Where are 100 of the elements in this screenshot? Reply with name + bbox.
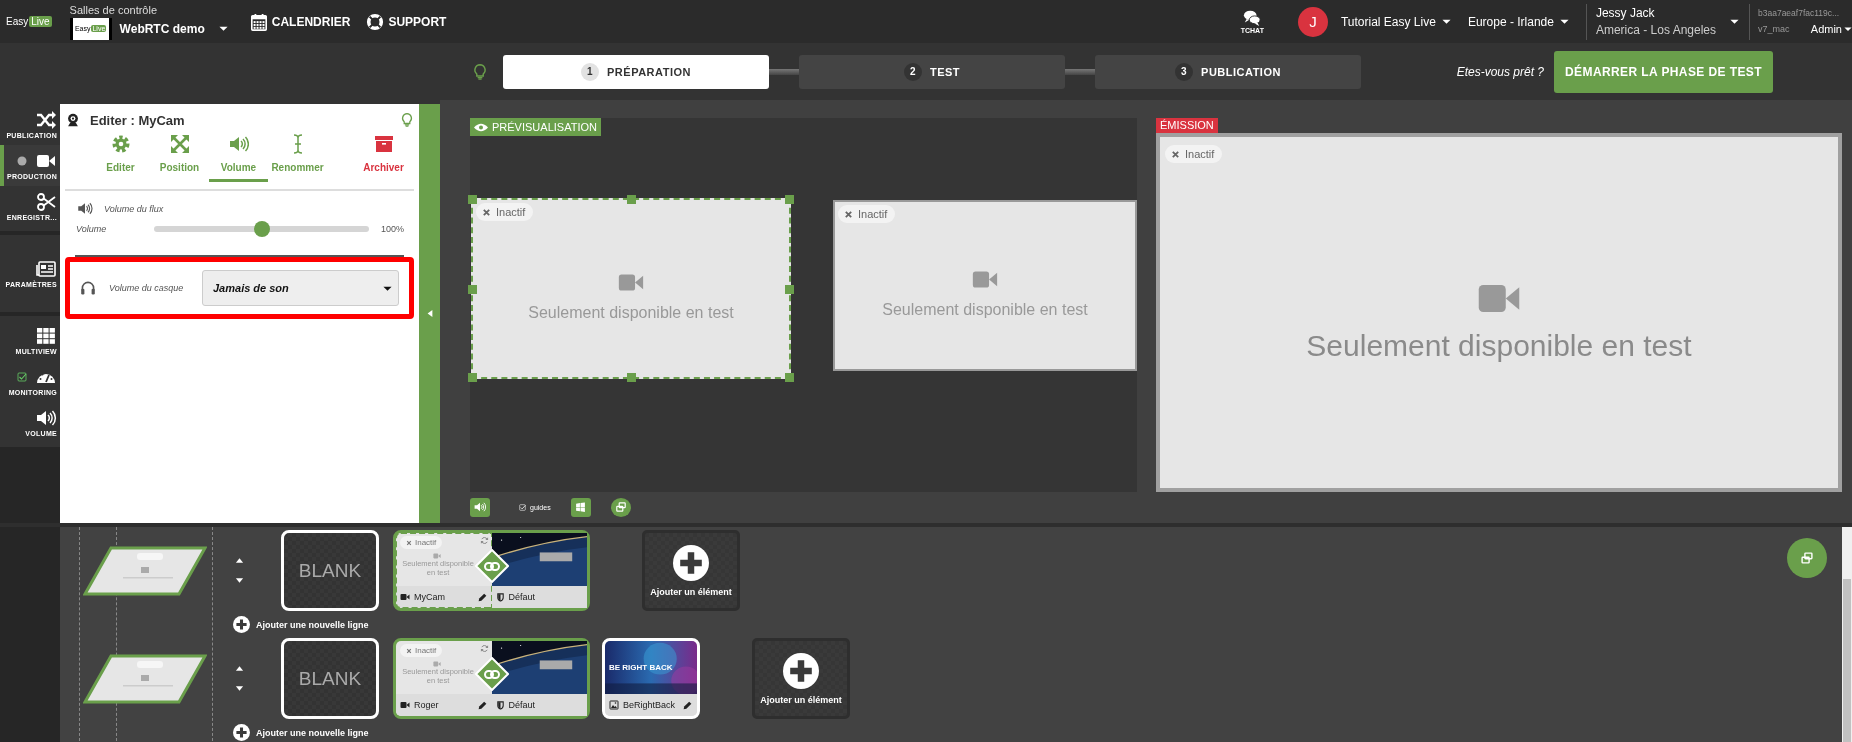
down-arrow-icon <box>233 576 246 585</box>
headphones-icon <box>79 280 97 296</box>
scissors-icon <box>35 192 57 212</box>
up-arrow-icon <box>233 556 246 565</box>
section-heading: Volume du flux <box>104 203 164 214</box>
calendar-icon <box>249 12 268 31</box>
message: Seulement disponible en test <box>528 304 734 322</box>
down-arrow-icon <box>233 684 246 693</box>
add-element-button[interactable]: Ajouter un élément <box>642 530 740 611</box>
user-menu[interactable]: Jessy Jack America - Los Angeles <box>1586 6 1749 37</box>
close-icon <box>1171 149 1180 159</box>
video-camera-icon <box>400 700 410 710</box>
add-row-button[interactable]: Ajouter une nouvelle ligne <box>233 721 369 742</box>
resize-handle[interactable] <box>468 195 477 204</box>
layout-thumbnail[interactable] <box>83 545 207 596</box>
volume-reading: 100% <box>380 224 404 234</box>
chat-bubbles-icon <box>1241 9 1264 27</box>
close-icon <box>843 209 853 219</box>
speaker-icon <box>76 201 94 216</box>
shuffle-icon <box>35 110 57 130</box>
blank-tile[interactable]: BLANK <box>281 638 379 719</box>
caret-icon <box>1441 17 1451 26</box>
message: Seulement disponible en test <box>882 301 1088 319</box>
source-name: Roger <box>414 700 440 710</box>
status-pill: Inactif <box>1165 145 1223 163</box>
editor-tab[interactable]: Archiver <box>354 132 413 182</box>
link-button[interactable] <box>474 657 509 691</box>
role-dropdown[interactable]: Admin <box>1810 23 1852 35</box>
sync-icon <box>479 536 489 545</box>
resize-handle[interactable] <box>468 373 477 382</box>
transition-name: Défaut <box>508 592 537 602</box>
close-icon <box>482 207 491 217</box>
logo: Easy Live <box>6 16 52 27</box>
archive-box-icon <box>373 134 394 154</box>
close-icon <box>406 647 412 654</box>
caret-icon <box>1844 25 1852 33</box>
popout-button[interactable] <box>610 497 631 517</box>
menu-dropdown[interactable]: Europe - Irlande <box>1467 14 1569 29</box>
slider-thumb[interactable] <box>253 221 270 237</box>
move-arrows-icon <box>169 134 190 154</box>
image-caption: BE RIGHT BACK <box>609 663 673 672</box>
status-dot-icon <box>17 156 27 166</box>
select-field[interactable]: Jamais de son <box>202 270 399 306</box>
shield-icon <box>495 592 505 602</box>
image-tile[interactable]: BE RIGHT BACK BeRightBack <box>602 638 700 719</box>
nav-link[interactable]: CALENDRIER <box>249 12 351 31</box>
step-connector <box>769 68 799 75</box>
source-preview[interactable]: Inactif Seulement disponible en test <box>832 200 1137 371</box>
sync-icon <box>479 644 489 653</box>
video-camera-icon <box>432 552 442 561</box>
lightbulb-icon <box>400 110 414 130</box>
step-tab[interactable]: 3 PUBLICATION <box>1095 54 1361 89</box>
volume-button[interactable] <box>470 497 490 517</box>
message: Seulement disponible en test <box>1306 329 1692 363</box>
add-row-button[interactable]: Ajouter une nouvelle ligne <box>233 613 369 636</box>
pencil-icon <box>682 699 693 711</box>
resize-handle[interactable] <box>784 195 794 204</box>
emission-label: ÉMISSION <box>1156 118 1218 133</box>
plus-icon <box>673 544 709 581</box>
resize-handle[interactable] <box>784 373 794 382</box>
plus-icon <box>783 652 819 689</box>
plus-icon <box>233 616 250 633</box>
resize-handle[interactable] <box>627 373 636 382</box>
blank-tile[interactable]: BLANK <box>281 530 379 611</box>
resize-handle[interactable] <box>784 284 794 294</box>
gear-icon <box>110 134 131 154</box>
link-button[interactable] <box>474 549 509 583</box>
layout-thumbnail[interactable] <box>83 653 207 704</box>
add-element-button[interactable]: Ajouter un élément <box>752 638 850 719</box>
popout-windows-icon <box>614 501 627 513</box>
avatar[interactable]: J <box>1297 6 1328 37</box>
preview-label: PRÉVISUALISATION <box>470 118 601 136</box>
field-label: Volume du casque <box>109 283 185 293</box>
video-camera-icon <box>432 660 442 669</box>
step-tab[interactable]: 2 TEST <box>799 54 1065 89</box>
pencil-icon <box>476 591 488 603</box>
nav-link[interactable]: SUPPORT <box>366 12 447 31</box>
popout-windows-icon <box>1800 551 1814 565</box>
image-icon <box>609 700 619 710</box>
status-pill: Inactif <box>476 203 534 221</box>
status-pill: Inactif <box>400 644 443 657</box>
caret-icon <box>1730 17 1739 26</box>
menu-dropdown[interactable]: Tutorial Easy Live <box>1340 14 1451 29</box>
caret-icon <box>218 24 228 33</box>
source-preview[interactable]: Inactif Seulement disponible en test <box>471 198 791 379</box>
panel-title: Editer : MyCam <box>90 112 186 128</box>
resize-handle[interactable] <box>627 195 636 204</box>
room-dropdown[interactable]: WebRTC demo <box>119 21 228 36</box>
scrollbar[interactable] <box>1842 527 1852 742</box>
layout-button[interactable] <box>570 497 591 517</box>
pencil-icon <box>476 699 488 711</box>
status-pill: Inactif <box>837 205 896 223</box>
popout-button[interactable] <box>1787 538 1827 578</box>
volume-slider[interactable] <box>154 221 369 237</box>
step-tab[interactable]: 1 PRÉPARATION <box>503 54 769 89</box>
caret-icon <box>1559 17 1569 26</box>
windows-icon <box>575 501 587 513</box>
video-camera-icon <box>400 592 410 602</box>
resize-handle[interactable] <box>468 284 477 294</box>
speaker-icon <box>35 408 57 428</box>
